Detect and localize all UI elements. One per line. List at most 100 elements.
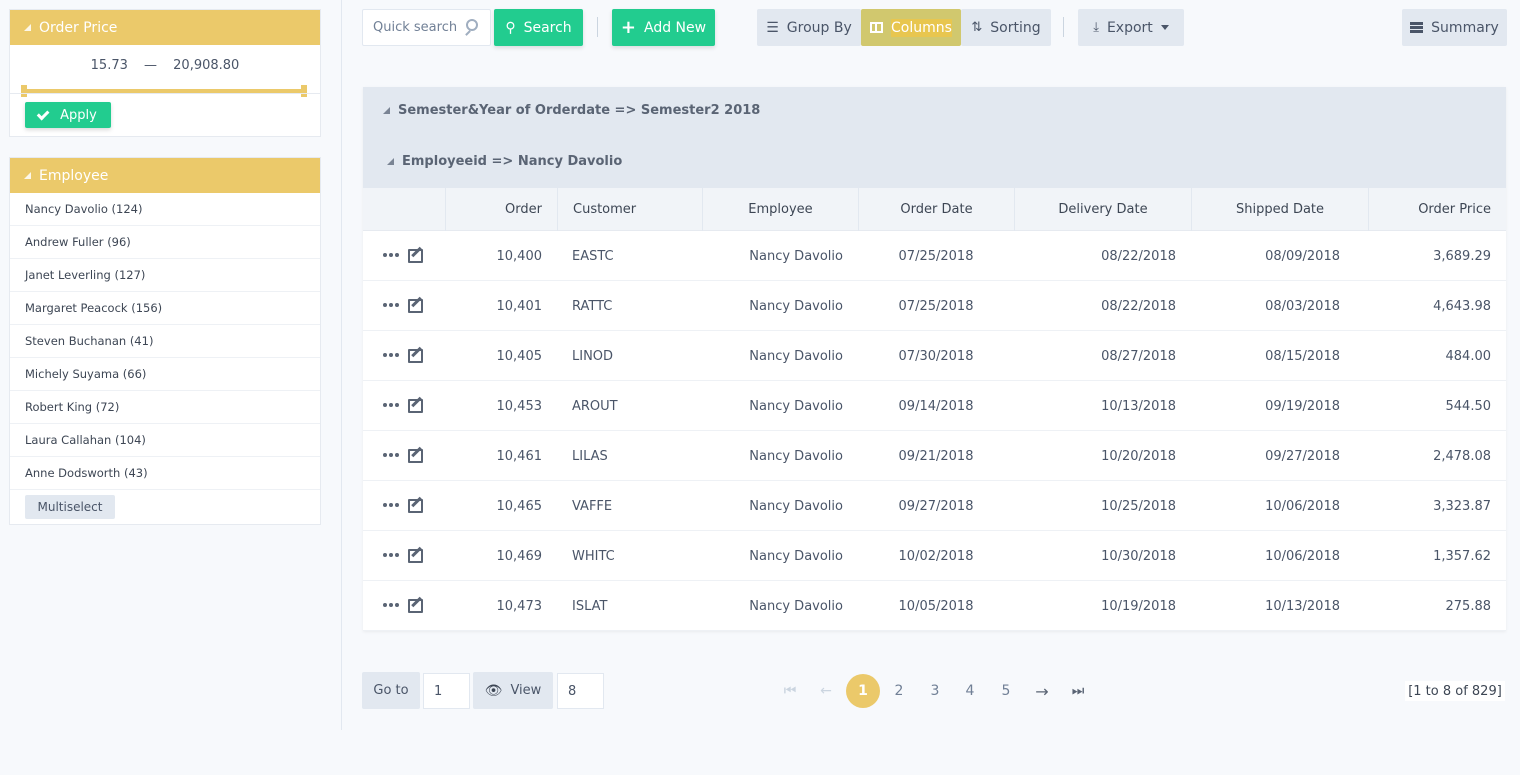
multiselect-button[interactable]: Multiselect [25, 495, 115, 519]
cell-order-price: 2,478.08 [1433, 448, 1491, 464]
go-to-button[interactable]: Go to [362, 672, 420, 709]
view-button[interactable]: 👁 View [473, 672, 553, 709]
edit-icon[interactable] [408, 399, 423, 413]
next-page-icon[interactable]: → [1025, 674, 1059, 708]
employee-item[interactable]: Michely Suyama (66) [10, 358, 320, 391]
table-row[interactable]: 10,469 WHITC Nancy Davolio 10/02/2018 10/30/… [363, 531, 1506, 581]
collapse-triangle-icon [24, 24, 31, 31]
export-button[interactable]: ⤓ Export [1078, 9, 1184, 46]
table-row[interactable]: 10,405 LINOD Nancy Davolio 07/30/2018 08/27/… [363, 331, 1506, 381]
cell-order: 10,461 [496, 448, 543, 464]
cell-shipped-date: 10/06/2018 [1265, 498, 1340, 514]
table-row[interactable]: 10,400 EASTC Nancy Davolio 07/25/2018 08/22/… [363, 231, 1506, 281]
more-options-icon[interactable] [383, 353, 399, 357]
group-by-button[interactable]: ☰ Group By [757, 9, 861, 46]
cell-order-price: 544.50 [1445, 398, 1492, 414]
group-row-semester[interactable]: Semester&Year of Orderdate => Semester2 … [383, 103, 760, 118]
column-header-employee[interactable]: Employee [702, 188, 858, 231]
edit-icon[interactable] [408, 299, 423, 313]
employee-list: Nancy Davolio (124) Andrew Fuller (96) J… [10, 193, 320, 490]
page-button-1[interactable]: 1 [846, 674, 880, 708]
column-header-order[interactable]: Order [445, 188, 557, 231]
more-options-icon[interactable] [383, 403, 399, 407]
price-range-max-handle[interactable] [301, 85, 307, 97]
employee-item[interactable]: Margaret Peacock (156) [10, 292, 320, 325]
more-options-icon[interactable] [383, 303, 399, 307]
add-new-button-label: Add New [644, 19, 707, 36]
table-row[interactable]: 10,465 VAFFE Nancy Davolio 09/27/2018 10/25/… [363, 481, 1506, 531]
more-options-icon[interactable] [383, 503, 399, 507]
employee-item[interactable]: Nancy Davolio (124) [10, 193, 320, 226]
more-options-icon[interactable] [383, 553, 399, 557]
column-header-customer[interactable]: Customer [557, 188, 702, 231]
sorting-button[interactable]: ⇅ Sorting [961, 9, 1051, 46]
divider [10, 93, 320, 94]
more-options-icon[interactable] [383, 253, 399, 257]
prev-page-icon[interactable]: ← [809, 674, 843, 708]
cell-customer: VAFFE [572, 498, 613, 514]
column-header-order-date[interactable]: Order Date [858, 188, 1014, 231]
cell-order: 10,473 [496, 598, 543, 614]
employee-filter-header[interactable]: Employee [10, 158, 320, 193]
edit-icon[interactable] [408, 449, 423, 463]
page-button-2[interactable]: 2 [882, 674, 916, 708]
cell-order-price: 4,643.98 [1433, 298, 1491, 314]
price-range-max: 20,908.80 [173, 58, 240, 73]
column-header-order-price[interactable]: Order Price [1368, 188, 1506, 231]
cell-order: 10,405 [496, 348, 543, 364]
table-row[interactable]: 10,473 ISLAT Nancy Davolio 10/05/2018 10/19/… [363, 581, 1506, 631]
group-label: Employeeid => Nancy Davolio [402, 154, 623, 169]
search-button[interactable]: ⚲ Search [494, 9, 583, 46]
employee-item[interactable]: Steven Buchanan (41) [10, 325, 320, 358]
view-button-label: View [510, 683, 542, 698]
page-button-4[interactable]: 4 [953, 674, 987, 708]
apply-button[interactable]: Apply [25, 102, 111, 128]
employee-item[interactable]: Anne Dodsworth (43) [10, 457, 320, 490]
page-size-input[interactable] [557, 673, 604, 709]
cell-order: 10,401 [496, 298, 543, 314]
first-page-icon[interactable]: ⏮ [773, 674, 807, 708]
employee-item[interactable]: Laura Callahan (104) [10, 424, 320, 457]
layers-icon: ☰ [766, 19, 779, 36]
cell-customer: LILAS [572, 448, 608, 464]
more-options-icon[interactable] [383, 603, 399, 607]
employee-item[interactable]: Andrew Fuller (96) [10, 226, 320, 259]
cell-shipped-date: 08/15/2018 [1265, 348, 1340, 364]
column-header-delivery-date[interactable]: Delivery Date [1014, 188, 1191, 231]
group-row-employee[interactable]: Employeeid => Nancy Davolio [387, 154, 622, 169]
search-icon [466, 19, 478, 31]
cell-order-price: 275.88 [1445, 598, 1492, 614]
go-to-page-input[interactable] [423, 673, 470, 709]
order-price-filter-header[interactable]: Order Price [10, 10, 320, 45]
employee-item[interactable]: Robert King (72) [10, 391, 320, 424]
last-page-icon[interactable]: ⏭ [1061, 674, 1095, 708]
price-range-min-handle[interactable] [21, 85, 27, 97]
cell-shipped-date: 08/09/2018 [1265, 248, 1340, 264]
employee-item[interactable]: Janet Leverling (127) [10, 259, 320, 292]
page-button-5[interactable]: 5 [989, 674, 1023, 708]
page-button-3[interactable]: 3 [918, 674, 952, 708]
group-label: Semester&Year of Orderdate => Semester2 … [398, 103, 761, 118]
cell-delivery-date: 10/19/2018 [1101, 598, 1176, 614]
cell-delivery-date: 10/30/2018 [1101, 548, 1176, 564]
more-options-icon[interactable] [383, 453, 399, 457]
summary-button[interactable]: Summary [1402, 9, 1507, 46]
cell-order: 10,453 [496, 398, 543, 414]
columns-button[interactable]: Columns [861, 9, 961, 46]
edit-icon[interactable] [408, 499, 423, 513]
table-row[interactable]: 10,401 RATTC Nancy Davolio 07/25/2018 08/22/… [363, 281, 1506, 331]
edit-icon[interactable] [408, 249, 423, 263]
edit-icon[interactable] [408, 349, 423, 363]
orders-grid: Semester&Year of Orderdate => Semester2 … [363, 87, 1506, 631]
table-header: Order Customer Employee Order Date Deliv… [363, 188, 1506, 231]
check-icon [36, 107, 50, 120]
collapse-triangle-icon [383, 107, 390, 114]
edit-icon[interactable] [408, 599, 423, 613]
cell-shipped-date: 10/06/2018 [1265, 548, 1340, 564]
edit-icon[interactable] [408, 549, 423, 563]
cell-delivery-date: 08/22/2018 [1101, 298, 1176, 314]
add-new-button[interactable]: + Add New [612, 9, 715, 46]
table-row[interactable]: 10,453 AROUT Nancy Davolio 09/14/2018 10/13/… [363, 381, 1506, 431]
column-header-shipped-date[interactable]: Shipped Date [1191, 188, 1368, 231]
table-row[interactable]: 10,461 LILAS Nancy Davolio 09/21/2018 10/20/… [363, 431, 1506, 481]
